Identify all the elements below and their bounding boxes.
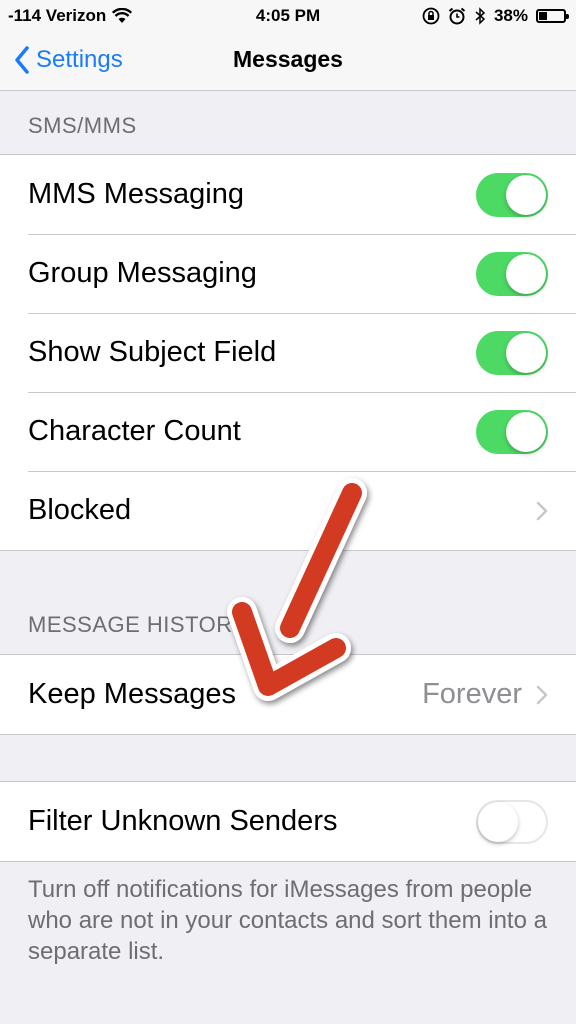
annotation-arrow-icon — [227, 478, 367, 701]
